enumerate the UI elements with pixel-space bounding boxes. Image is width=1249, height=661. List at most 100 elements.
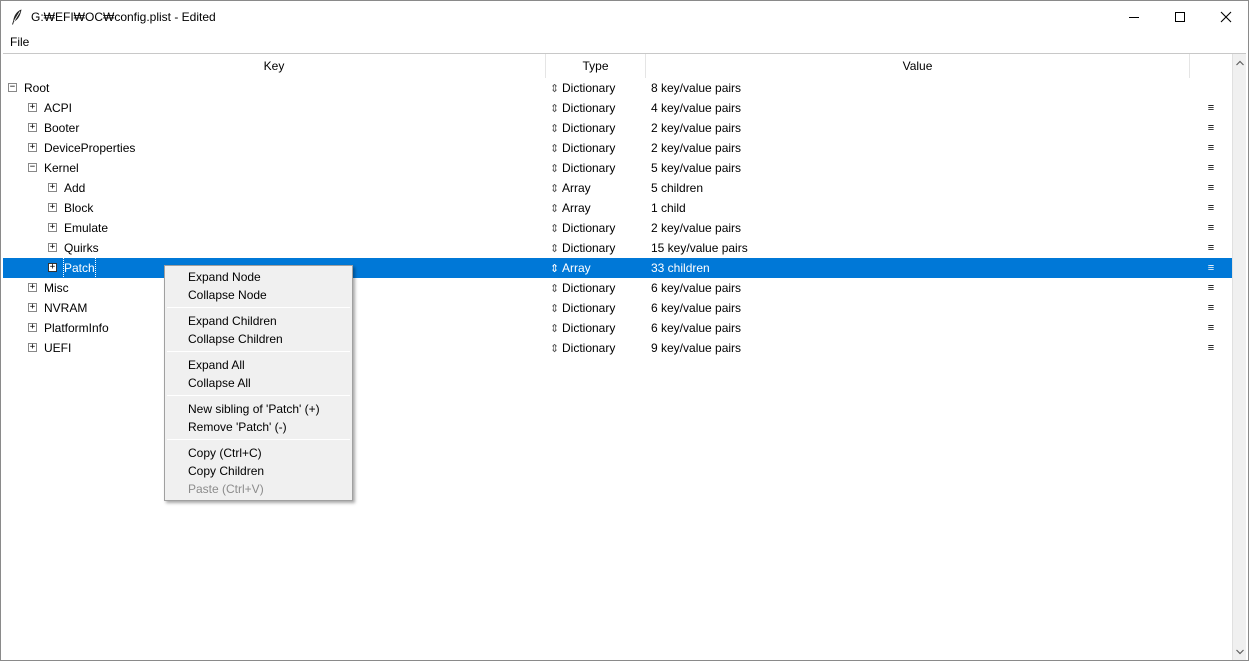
expand-toggle-icon[interactable]: + [28,103,37,112]
row-key: Add [64,181,86,195]
row-key: Block [64,201,94,215]
row-type[interactable]: ⇕ Dictionary [550,138,615,159]
expand-toggle-icon[interactable]: + [48,243,57,252]
menu-expand-all[interactable]: Expand All [188,356,245,374]
menu-remove[interactable]: Remove 'Patch' (-) [188,418,287,436]
row-value[interactable]: 6 key/value pairs [651,298,741,318]
expand-toggle-icon[interactable]: + [48,183,57,192]
row-value[interactable]: 2 key/value pairs [651,138,741,158]
row-type-label: Dictionary [562,101,616,115]
close-button[interactable] [1203,1,1249,32]
menu-collapse-all[interactable]: Collapse All [188,374,251,392]
tree-row-root[interactable]: − Root ⇕ Dictionary 8 key/value pairs [3,78,1232,98]
menu-separator [167,395,350,396]
row-type[interactable]: ⇕ Array [550,258,591,279]
row-type[interactable]: ⇕ Dictionary [550,238,615,259]
close-icon [1220,11,1232,22]
column-header-key[interactable]: Key [3,54,546,78]
row-type[interactable]: ⇕ Array [550,198,591,219]
column-header-type[interactable]: Type [546,54,646,78]
row-menu-icon[interactable]: ≡ [1205,298,1217,318]
tree-row-kernel-block[interactable]: + Block ⇕ Array 1 child ≡ [3,198,1232,218]
row-type-label: Array [562,261,591,275]
row-menu-icon[interactable]: ≡ [1205,218,1217,238]
row-type[interactable]: ⇕ Dictionary [550,78,615,99]
menu-expand-children[interactable]: Expand Children [188,312,277,330]
minimize-button[interactable] [1111,1,1157,32]
row-type[interactable]: ⇕ Dictionary [550,298,615,319]
row-value[interactable]: 9 key/value pairs [651,338,741,358]
row-value[interactable]: 2 key/value pairs [651,118,741,138]
tree-row-kernel[interactable]: − Kernel ⇕ Dictionary 5 key/value pairs ≡ [3,158,1232,178]
row-menu-icon[interactable]: ≡ [1205,178,1217,198]
menu-expand-node[interactable]: Expand Node [188,268,261,286]
row-value[interactable]: 6 key/value pairs [651,278,741,298]
maximize-icon [1175,11,1185,22]
expand-toggle-icon[interactable]: + [28,123,37,132]
maximize-button[interactable] [1157,1,1203,32]
row-menu-icon[interactable]: ≡ [1205,238,1217,258]
column-header-row: Key Type Value [3,54,1232,78]
tree-row-deviceproperties[interactable]: + DeviceProperties ⇕ Dictionary 2 key/val… [3,138,1232,158]
column-header-value[interactable]: Value [646,54,1190,78]
row-menu-icon[interactable]: ≡ [1205,198,1217,218]
expand-toggle-icon[interactable]: + [28,303,37,312]
expand-toggle-icon[interactable]: + [28,323,37,332]
menu-copy-children[interactable]: Copy Children [188,462,264,480]
row-menu-icon[interactable]: ≡ [1205,98,1217,118]
row-menu-icon[interactable]: ≡ [1205,278,1217,298]
menu-collapse-children[interactable]: Collapse Children [188,330,283,348]
row-type[interactable]: ⇕ Dictionary [550,98,615,119]
expand-toggle-icon[interactable]: + [28,283,37,292]
row-menu-icon[interactable]: ≡ [1205,158,1217,178]
row-menu-icon[interactable]: ≡ [1205,318,1217,338]
menu-separator [167,351,350,352]
menu-collapse-node[interactable]: Collapse Node [188,286,267,304]
collapse-toggle-icon[interactable]: − [8,83,17,92]
row-value[interactable]: 15 key/value pairs [651,238,748,258]
row-type-label: Dictionary [562,321,616,335]
row-type[interactable]: ⇕ Dictionary [550,118,615,139]
row-type[interactable]: ⇕ Dictionary [550,338,615,359]
row-value[interactable]: 8 key/value pairs [651,78,741,98]
row-type[interactable]: ⇕ Dictionary [550,158,615,179]
row-value[interactable]: 5 children [651,178,703,198]
row-type[interactable]: ⇕ Dictionary [550,218,615,239]
type-sort-arrows-icon: ⇕ [550,163,560,175]
row-value[interactable]: 6 key/value pairs [651,318,741,338]
expand-toggle-icon[interactable]: + [48,223,57,232]
type-sort-arrows-icon: ⇕ [550,263,560,275]
row-type[interactable]: ⇕ Array [550,178,591,199]
row-value[interactable]: 5 key/value pairs [651,158,741,178]
row-type-label: Dictionary [562,161,616,175]
expand-toggle-icon[interactable]: + [48,203,57,212]
menu-copy[interactable]: Copy (Ctrl+C) [188,444,262,462]
row-value[interactable]: 33 children [651,258,710,278]
scroll-down-icon[interactable] [1233,645,1246,659]
type-sort-arrows-icon: ⇕ [550,103,560,115]
expand-toggle-icon[interactable]: + [28,143,37,152]
expand-toggle-icon[interactable]: + [48,263,57,272]
tree-row-kernel-emulate[interactable]: + Emulate ⇕ Dictionary 2 key/value pairs … [3,218,1232,238]
row-menu-icon[interactable]: ≡ [1205,338,1217,358]
row-type[interactable]: ⇕ Dictionary [550,278,615,299]
vertical-scrollbar[interactable] [1232,54,1246,660]
menu-file[interactable]: File [9,35,30,49]
collapse-toggle-icon[interactable]: − [28,163,37,172]
tree-row-kernel-quirks[interactable]: + Quirks ⇕ Dictionary 15 key/value pairs … [3,238,1232,258]
row-menu-icon[interactable]: ≡ [1205,258,1217,278]
type-sort-arrows-icon: ⇕ [550,303,560,315]
row-value[interactable]: 1 child [651,198,686,218]
row-value[interactable]: 4 key/value pairs [651,98,741,118]
row-value[interactable]: 2 key/value pairs [651,218,741,238]
scroll-up-icon[interactable] [1233,56,1246,70]
tree-row-kernel-add[interactable]: + Add ⇕ Array 5 children ≡ [3,178,1232,198]
row-menu-icon[interactable]: ≡ [1205,118,1217,138]
menu-new-sibling[interactable]: New sibling of 'Patch' (+) [188,400,320,418]
tree-row-booter[interactable]: + Booter ⇕ Dictionary 2 key/value pairs ≡ [3,118,1232,138]
row-type[interactable]: ⇕ Dictionary [550,318,615,339]
title-bar[interactable]: G:₩EFI₩OC₩config.plist - Edited [1,1,1248,32]
tree-row-acpi[interactable]: + ACPI ⇕ Dictionary 4 key/value pairs ≡ [3,98,1232,118]
row-menu-icon[interactable]: ≡ [1205,138,1217,158]
expand-toggle-icon[interactable]: + [28,343,37,352]
